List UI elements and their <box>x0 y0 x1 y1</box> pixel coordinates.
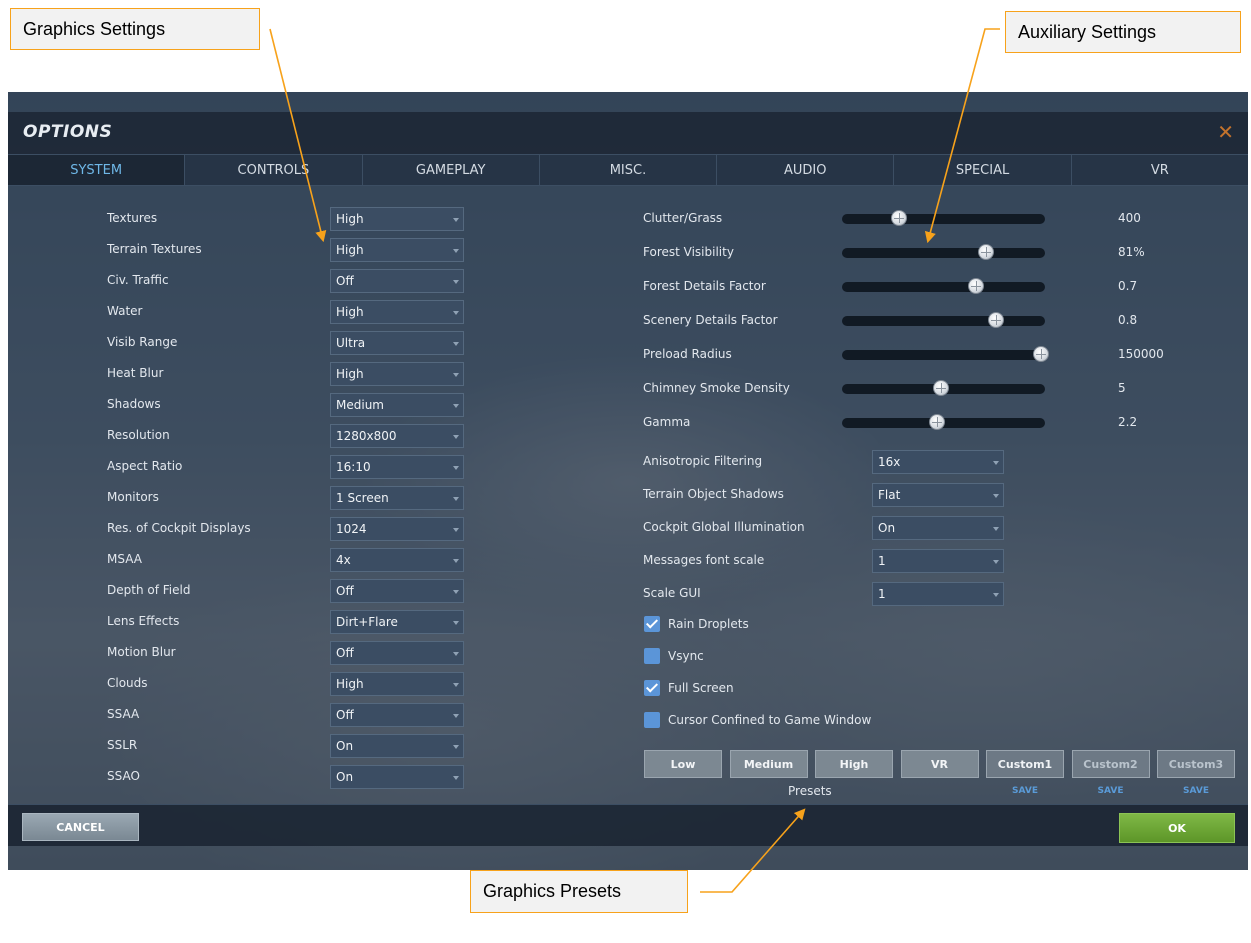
save-preset-custom3[interactable]: SAVE <box>1157 786 1235 796</box>
presets-label: Presets <box>788 784 832 798</box>
callout-auxiliary-settings: Auxiliary Settings <box>1005 11 1241 53</box>
preset-button-custom3[interactable]: Custom3 <box>1157 750 1235 778</box>
preset-button-low[interactable]: Low <box>644 750 722 778</box>
cancel-button[interactable]: CANCEL <box>22 813 139 841</box>
ok-button[interactable]: OK <box>1119 813 1235 843</box>
preset-button-vr[interactable]: VR <box>900 750 979 778</box>
callout-graphics-settings: Graphics Settings <box>10 8 260 50</box>
preset-button-custom2[interactable]: Custom2 <box>1071 750 1150 778</box>
preset-button-custom1[interactable]: Custom1 <box>986 750 1064 778</box>
callout-graphics-presets: Graphics Presets <box>470 870 688 913</box>
presets-panel: Presets Low Medium High VR Custom1 SAVE Custom… <box>8 92 1248 804</box>
preset-button-medium[interactable]: Medium <box>729 750 808 778</box>
footer-bar: CANCEL OK <box>8 804 1248 846</box>
options-window: OPTIONS ✕ SYSTEM CONTROLS GAMEPLAY MISC. AUD… <box>8 92 1248 870</box>
save-preset-custom2[interactable]: SAVE <box>1072 786 1150 796</box>
save-preset-custom1[interactable]: SAVE <box>986 786 1064 796</box>
preset-button-high[interactable]: High <box>815 750 893 778</box>
